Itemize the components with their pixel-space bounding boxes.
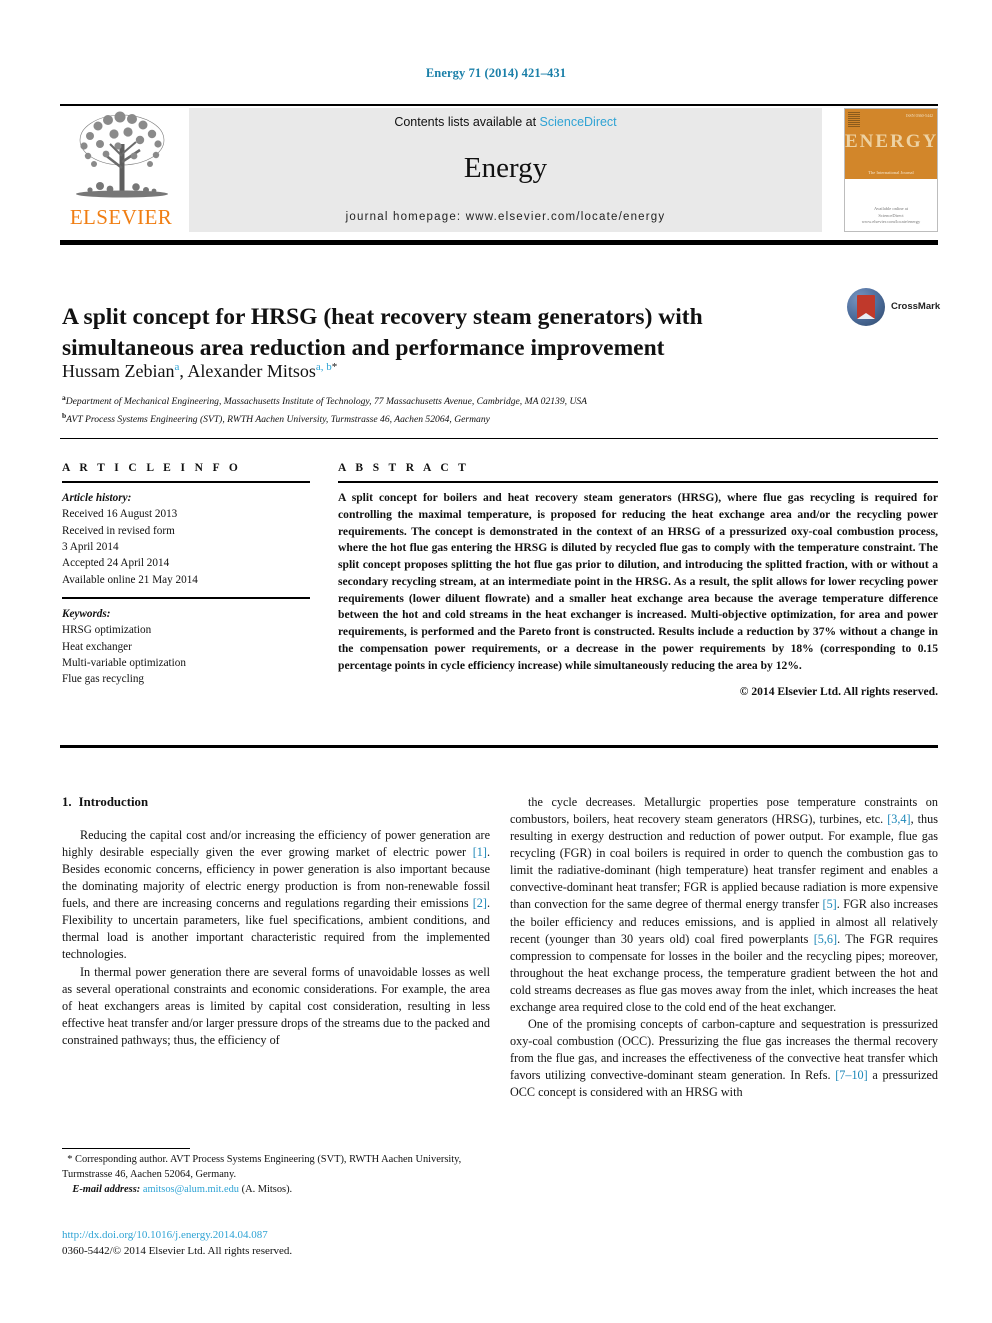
author-2-affiliation-mark: a, b [315,361,332,373]
crossmark-label: CrossMark [891,301,941,312]
body-paragraph: One of the promising concepts of carbon-… [510,1016,938,1101]
section-title: Introduction [78,795,149,809]
journal-homepage-link[interactable]: journal homepage: www.elsevier.com/locat… [189,211,822,223]
article-history-label: Article history: [62,492,132,504]
running-head: Energy 71 (2014) 421–431 [425,66,567,80]
contents-available-line: Contents lists available at ScienceDirec… [189,115,822,129]
body-column-right: the cycle decreases. Metallurgic propert… [510,794,938,1101]
email-link[interactable]: amitsos@alum.mit.edu [143,1184,239,1195]
page-title: A split concept for HRSG (heat recovery … [62,303,703,361]
keywords-label: Keywords: [62,608,111,621]
article-info-column: A R T I C L E I N F O Article history: R… [62,462,310,688]
keyword-item: Heat exchanger [62,640,132,653]
elsevier-wordmark: ELSEVIER [69,205,173,229]
elsevier-logo: ELSEVIER [62,108,180,232]
abstract-rule [338,481,938,483]
cover-issn: ISSN 0360-5442 [905,113,933,118]
cover-title: ENERGY [845,131,938,152]
history-item: Accepted 24 April 2014 [62,557,170,570]
affiliation-list: aDepartment of Mechanical Engineering, M… [62,392,822,428]
affiliation-b-text: AVT Process Systems Engineering (SVT), R… [66,414,490,426]
corresponding-author-mark: * [331,361,338,373]
email-label: E-mail address: [72,1183,141,1195]
author-name-2[interactable]: Alexander Mitsos [187,361,315,381]
doi-block: http://dx.doi.org/10.1016/j.energy.2014.… [62,1228,522,1260]
keyword-item: Flue gas recycling [62,673,145,686]
header-bottom-rule [60,240,938,245]
keyword-item: Multi-variable optimization [62,657,186,670]
author-name-1[interactable]: Hussam Zebian [62,361,174,381]
body-paragraph: In thermal power generation there are se… [62,964,490,1047]
corresponding-author-note: * Corresponding author. AVT Process Syst… [62,1153,490,1183]
abstract-heading: A B S T R A C T [338,462,470,474]
cover-subtitle: The International Journal [868,170,914,175]
keywords-block: Keywords: HRSG optimization Heat exchang… [62,606,310,688]
email-suffix: (A. Mitsos). [241,1183,293,1195]
journal-banner: Contents lists available at ScienceDirec… [189,108,822,232]
citation-ref[interactable]: [5] [823,897,837,911]
email-note: E-mail address: amitsos@alum.mit.edu (A.… [62,1183,490,1198]
issn-copyright-line: 0360-5442/© 2014 Elsevier Ltd. All right… [62,1244,293,1257]
article-info-heading: A R T I C L E I N F O [62,462,242,474]
paragraph-text-1a: Reducing the capital cost and/or increas… [62,827,490,859]
elsevier-tree-icon [70,110,174,202]
doi-link[interactable]: http://dx.doi.org/10.1016/j.energy.2014.… [62,1228,522,1244]
header-top-rule [60,104,938,106]
paragraph-text-2a: the cycle decreases. Metallurgic propert… [510,795,938,827]
sciencedirect-link[interactable]: ScienceDirect [540,115,617,129]
footnote-rule [62,1148,190,1149]
cover-elsevier-mark-icon [848,112,860,127]
citation-ref[interactable]: [7–10] [835,1068,868,1082]
footnote-block: * Corresponding author. AVT Process Syst… [62,1153,490,1197]
contents-prefix: Contents lists available at [394,115,540,129]
history-item: Available online 21 May 2014 [62,573,198,586]
crossmark-book-icon [857,295,875,319]
author-list: Hussam Zebiana, Alexander Mitsosa, b* [62,361,762,382]
body-column-left: 1. Introduction Reducing the capital cost… [62,794,490,1049]
citation-ref[interactable]: [5,6] [814,932,837,946]
corresponding-text: Corresponding author. AVT Process System… [62,1154,462,1180]
abstract-text: A split concept for boilers and heat rec… [338,491,938,672]
affiliation-a-text: Department of Mechanical Engineering, Ma… [65,396,588,408]
corresponding-star: * [67,1154,73,1165]
cover-footer: Available online at ScienceDirect www.el… [845,206,937,226]
journal-cover-thumbnail: ISSN 0360-5442 ENERGY The International … [844,108,938,232]
cover-bottom-panel: Available online at ScienceDirect www.el… [845,179,937,231]
history-item: 3 April 2014 [62,541,119,554]
citation-ref[interactable]: [1] [473,845,487,859]
citation-ref[interactable]: [3,4] [887,812,910,826]
affiliation-b: bAVT Process Systems Engineering (SVT), … [62,410,822,428]
body-paragraph: the cycle decreases. Metallurgic propert… [510,794,938,1016]
keyword-item: HRSG optimization [62,624,152,637]
keywords-rule [62,597,310,600]
authors-divider-rule [60,438,938,439]
cover-footer-line3: www.elsevier.com/locate/energy [861,219,921,225]
abstract-column: A B S T R A C T A split concept for boil… [338,462,938,698]
crossmark-badge[interactable]: CrossMark [847,288,941,328]
abstract-copyright: © 2014 Elsevier Ltd. All rights reserved… [739,685,938,699]
article-info-rule [62,481,310,483]
affiliation-a: aDepartment of Mechanical Engineering, M… [62,392,822,410]
section-number: 1. [62,795,72,809]
citation-ref[interactable]: [2] [473,896,487,910]
abstract-bottom-rule [60,745,938,748]
cover-footer-line2: ScienceDirect [878,212,904,218]
journal-title: Energy [463,152,548,184]
history-item: Received 16 August 2013 [62,508,178,521]
cover-footer-line1: Available online at [874,205,908,211]
history-item: Received in revised form [62,524,175,537]
body-paragraph: Reducing the capital cost and/or increas… [62,827,490,964]
paper-page: Energy 71 (2014) 421–431 ELSEVIER Conten… [0,0,992,1323]
section-heading-introduction: 1. Introduction [62,794,490,812]
article-history-block: Article history: Received 16 August 2013… [62,490,310,588]
cover-top-panel: ISSN 0360-5442 ENERGY The International … [845,109,937,179]
crossmark-icon [847,288,885,326]
